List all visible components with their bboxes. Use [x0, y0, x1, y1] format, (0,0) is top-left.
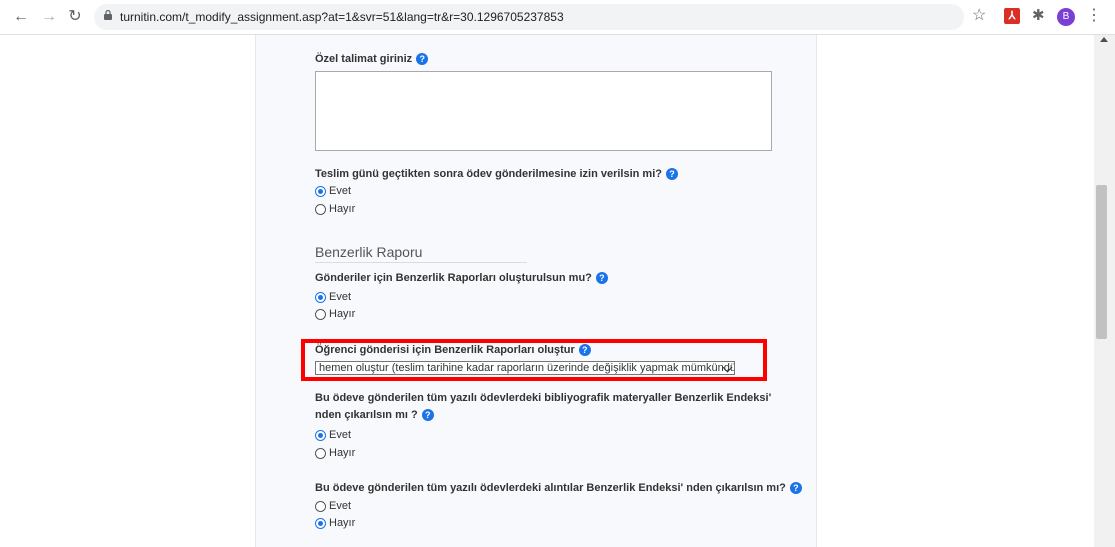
exclude-bibliography-text: Bu ödeve gönderilen tüm yazılı ödevlerde…	[315, 392, 772, 421]
radio-button[interactable]	[315, 500, 326, 512]
radio-button-checked[interactable]	[315, 291, 326, 303]
profile-avatar[interactable]: B	[1057, 8, 1075, 26]
radio-label: Evet	[329, 185, 352, 197]
radio-label: Evet	[329, 291, 352, 303]
late-submission-text: Teslim günü geçtikten sonra ödev gönderi…	[315, 168, 662, 180]
select-value: hemen oluştur (teslim tarihine kadar rap…	[319, 362, 735, 374]
radio-label: Hayır	[329, 517, 356, 529]
url-text: turnitin.com/t_modify_assignment.asp?at=…	[120, 10, 564, 24]
radio-button-checked[interactable]	[315, 429, 326, 441]
radio-button[interactable]	[315, 447, 326, 459]
exclude-bibliography-label: Bu ödeve gönderilen tüm yazılı ödevlerde…	[315, 390, 785, 424]
generate-reports-label: Gönderiler için Benzerlik Raporları oluş…	[315, 272, 608, 285]
radio-label: Hayır	[329, 203, 356, 215]
radio-button-checked[interactable]	[315, 517, 326, 529]
scroll-up-icon[interactable]	[1100, 37, 1108, 42]
exclude-quotes-yes-radio[interactable]: Evet	[315, 499, 351, 513]
special-instructions-text: Özel talimat giriniz	[315, 53, 413, 65]
radio-label: Evet	[329, 429, 352, 441]
late-submission-label: Teslim günü geçtikten sonra ödev gönderi…	[315, 168, 678, 181]
help-icon[interactable]: ?	[789, 482, 802, 495]
browser-menu-icon[interactable]: ⋮	[1086, 7, 1102, 25]
scrollbar-thumb[interactable]	[1096, 185, 1107, 339]
generate-reports-no-radio[interactable]: Hayır	[315, 307, 355, 321]
exclude-quotes-label: Bu ödeve gönderilen tüm yazılı ödevlerde…	[315, 482, 802, 495]
generate-reports-yes-radio[interactable]: Evet	[315, 290, 351, 304]
pdf-extension-icon[interactable]: ⅄	[1004, 8, 1020, 24]
help-icon[interactable]: ?	[578, 344, 591, 357]
forward-arrow-icon[interactable]: →	[40, 8, 58, 26]
bookmark-star-icon[interactable]: ☆	[972, 7, 986, 25]
extensions-puzzle-icon[interactable]: ✱	[1032, 6, 1045, 24]
help-icon[interactable]: ?	[665, 168, 678, 181]
special-instructions-textarea[interactable]	[315, 71, 772, 151]
lock-icon	[104, 10, 112, 20]
radio-label: Hayır	[329, 308, 356, 320]
late-submission-yes-radio[interactable]: Evet	[315, 184, 351, 198]
radio-button-checked[interactable]	[315, 185, 326, 197]
radio-label: Hayır	[329, 447, 356, 459]
help-icon[interactable]: ?	[421, 409, 434, 422]
section-divider	[315, 262, 527, 263]
student-report-label: Öğrenci gönderisi için Benzerlik Raporla…	[315, 344, 591, 357]
page-scrollbar[interactable]	[1094, 35, 1115, 547]
exclude-quotes-text: Bu ödeve gönderilen tüm yazılı ödevlerde…	[315, 482, 786, 494]
late-submission-no-radio[interactable]: Hayır	[315, 202, 355, 216]
radio-button[interactable]	[315, 203, 326, 215]
exclude-quotes-no-radio[interactable]: Hayır	[315, 516, 355, 530]
exclude-bibliography-no-radio[interactable]: Hayır	[315, 446, 355, 460]
student-report-select[interactable]: hemen oluştur (teslim tarihine kadar rap…	[315, 361, 735, 375]
browser-toolbar: ← → ↻ turnitin.com/t_modify_assignment.a…	[0, 0, 1115, 35]
help-icon[interactable]: ?	[416, 53, 429, 66]
address-bar[interactable]: turnitin.com/t_modify_assignment.asp?at=…	[94, 4, 964, 30]
special-instructions-label: Özel talimat giriniz?	[315, 53, 429, 66]
radio-button[interactable]	[315, 308, 326, 320]
generate-reports-text: Gönderiler için Benzerlik Raporları oluş…	[315, 272, 592, 284]
help-icon[interactable]: ?	[595, 272, 608, 285]
radio-label: Evet	[329, 500, 352, 512]
student-report-text: Öğrenci gönderisi için Benzerlik Raporla…	[315, 344, 575, 356]
reload-icon[interactable]: ↻	[66, 8, 84, 26]
exclude-bibliography-yes-radio[interactable]: Evet	[315, 428, 351, 442]
section-title: Benzerlik Raporu	[315, 244, 423, 260]
back-arrow-icon[interactable]: ←	[12, 8, 30, 26]
